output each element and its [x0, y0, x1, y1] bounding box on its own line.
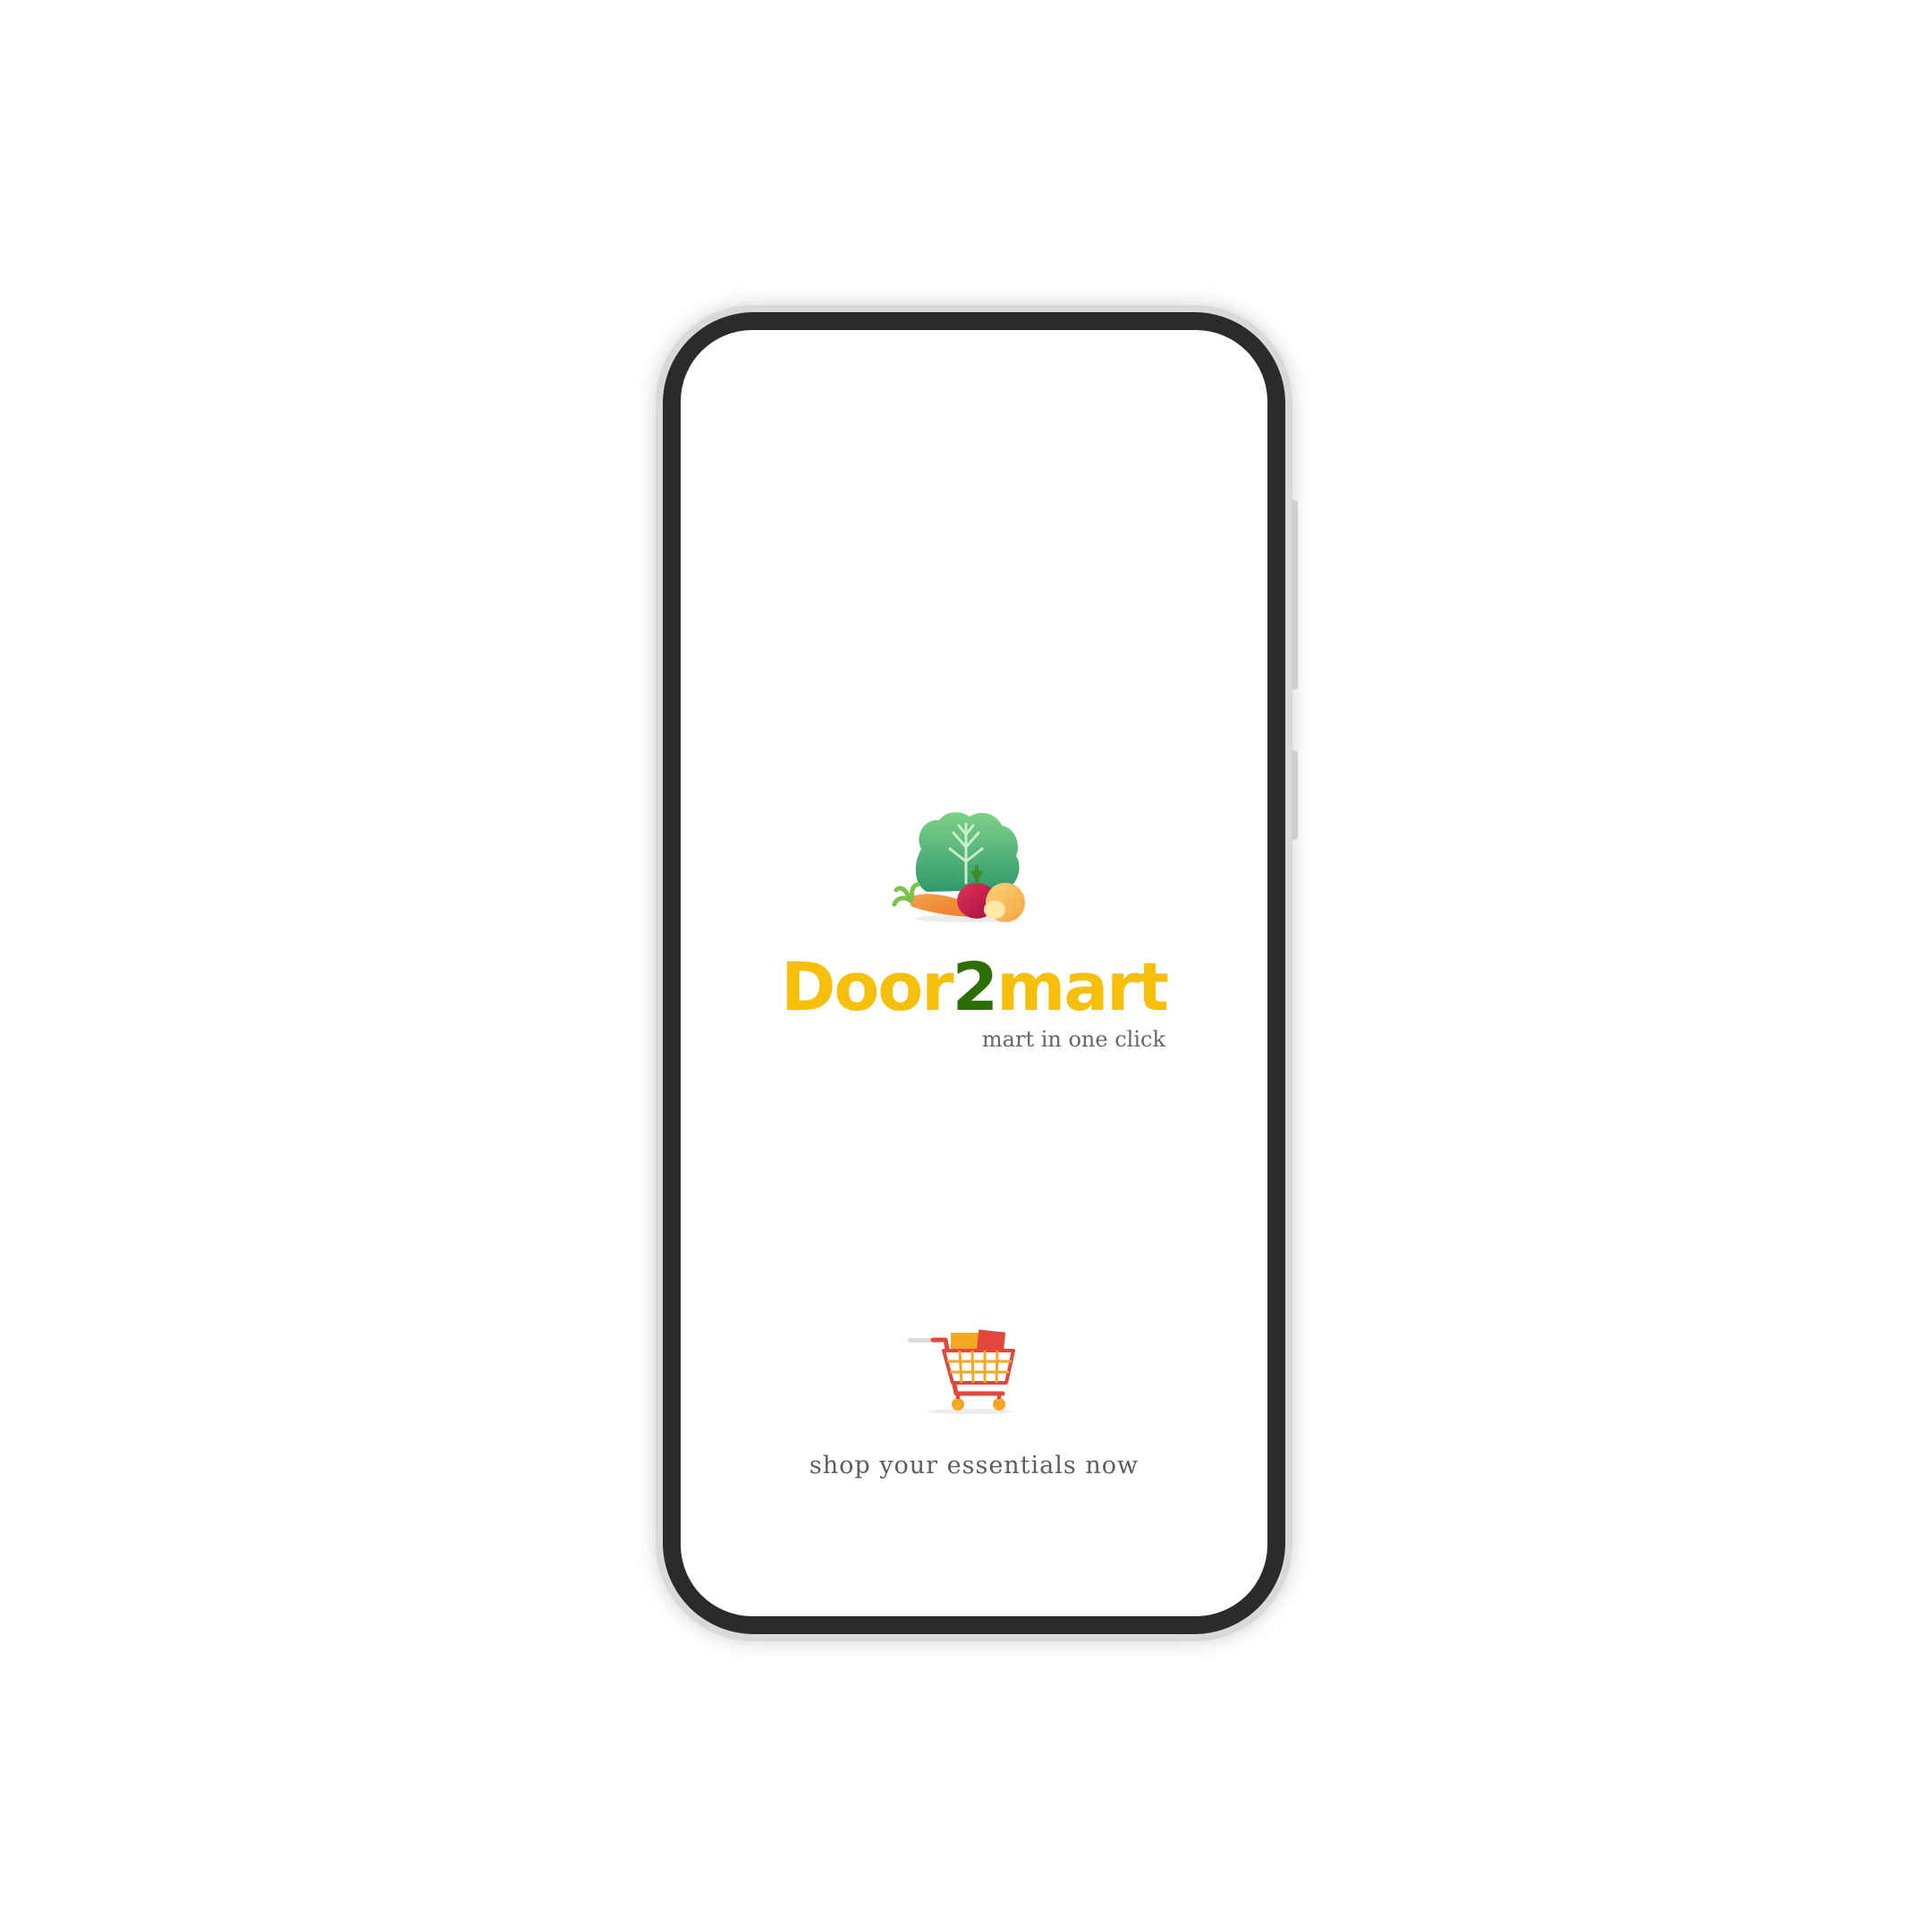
brand-mart: mart — [996, 949, 1169, 1026]
footer-slogan: shop your essentials now — [809, 1452, 1140, 1479]
brand-two: 2 — [952, 949, 998, 1026]
tagline: mart in one click — [981, 1027, 1165, 1052]
app-logo-text: Door2mart — [781, 952, 1174, 1023]
phone-bezel: Door2mart mart in one click shop your es… — [663, 312, 1285, 1634]
page: Door2mart mart in one click shop your es… — [0, 0, 1932, 1932]
splash-screen: Door2mart mart in one click shop your es… — [681, 330, 1267, 1616]
vegetables-icon — [892, 812, 1025, 922]
speaker-notch — [919, 315, 1038, 322]
phone-device: Door2mart mart in one click shop your es… — [656, 305, 1298, 1641]
brand-door: Door — [781, 949, 954, 1026]
power-button — [1292, 500, 1298, 690]
volume-button — [1292, 750, 1298, 840]
shopping-cart-icon — [908, 1329, 1015, 1414]
